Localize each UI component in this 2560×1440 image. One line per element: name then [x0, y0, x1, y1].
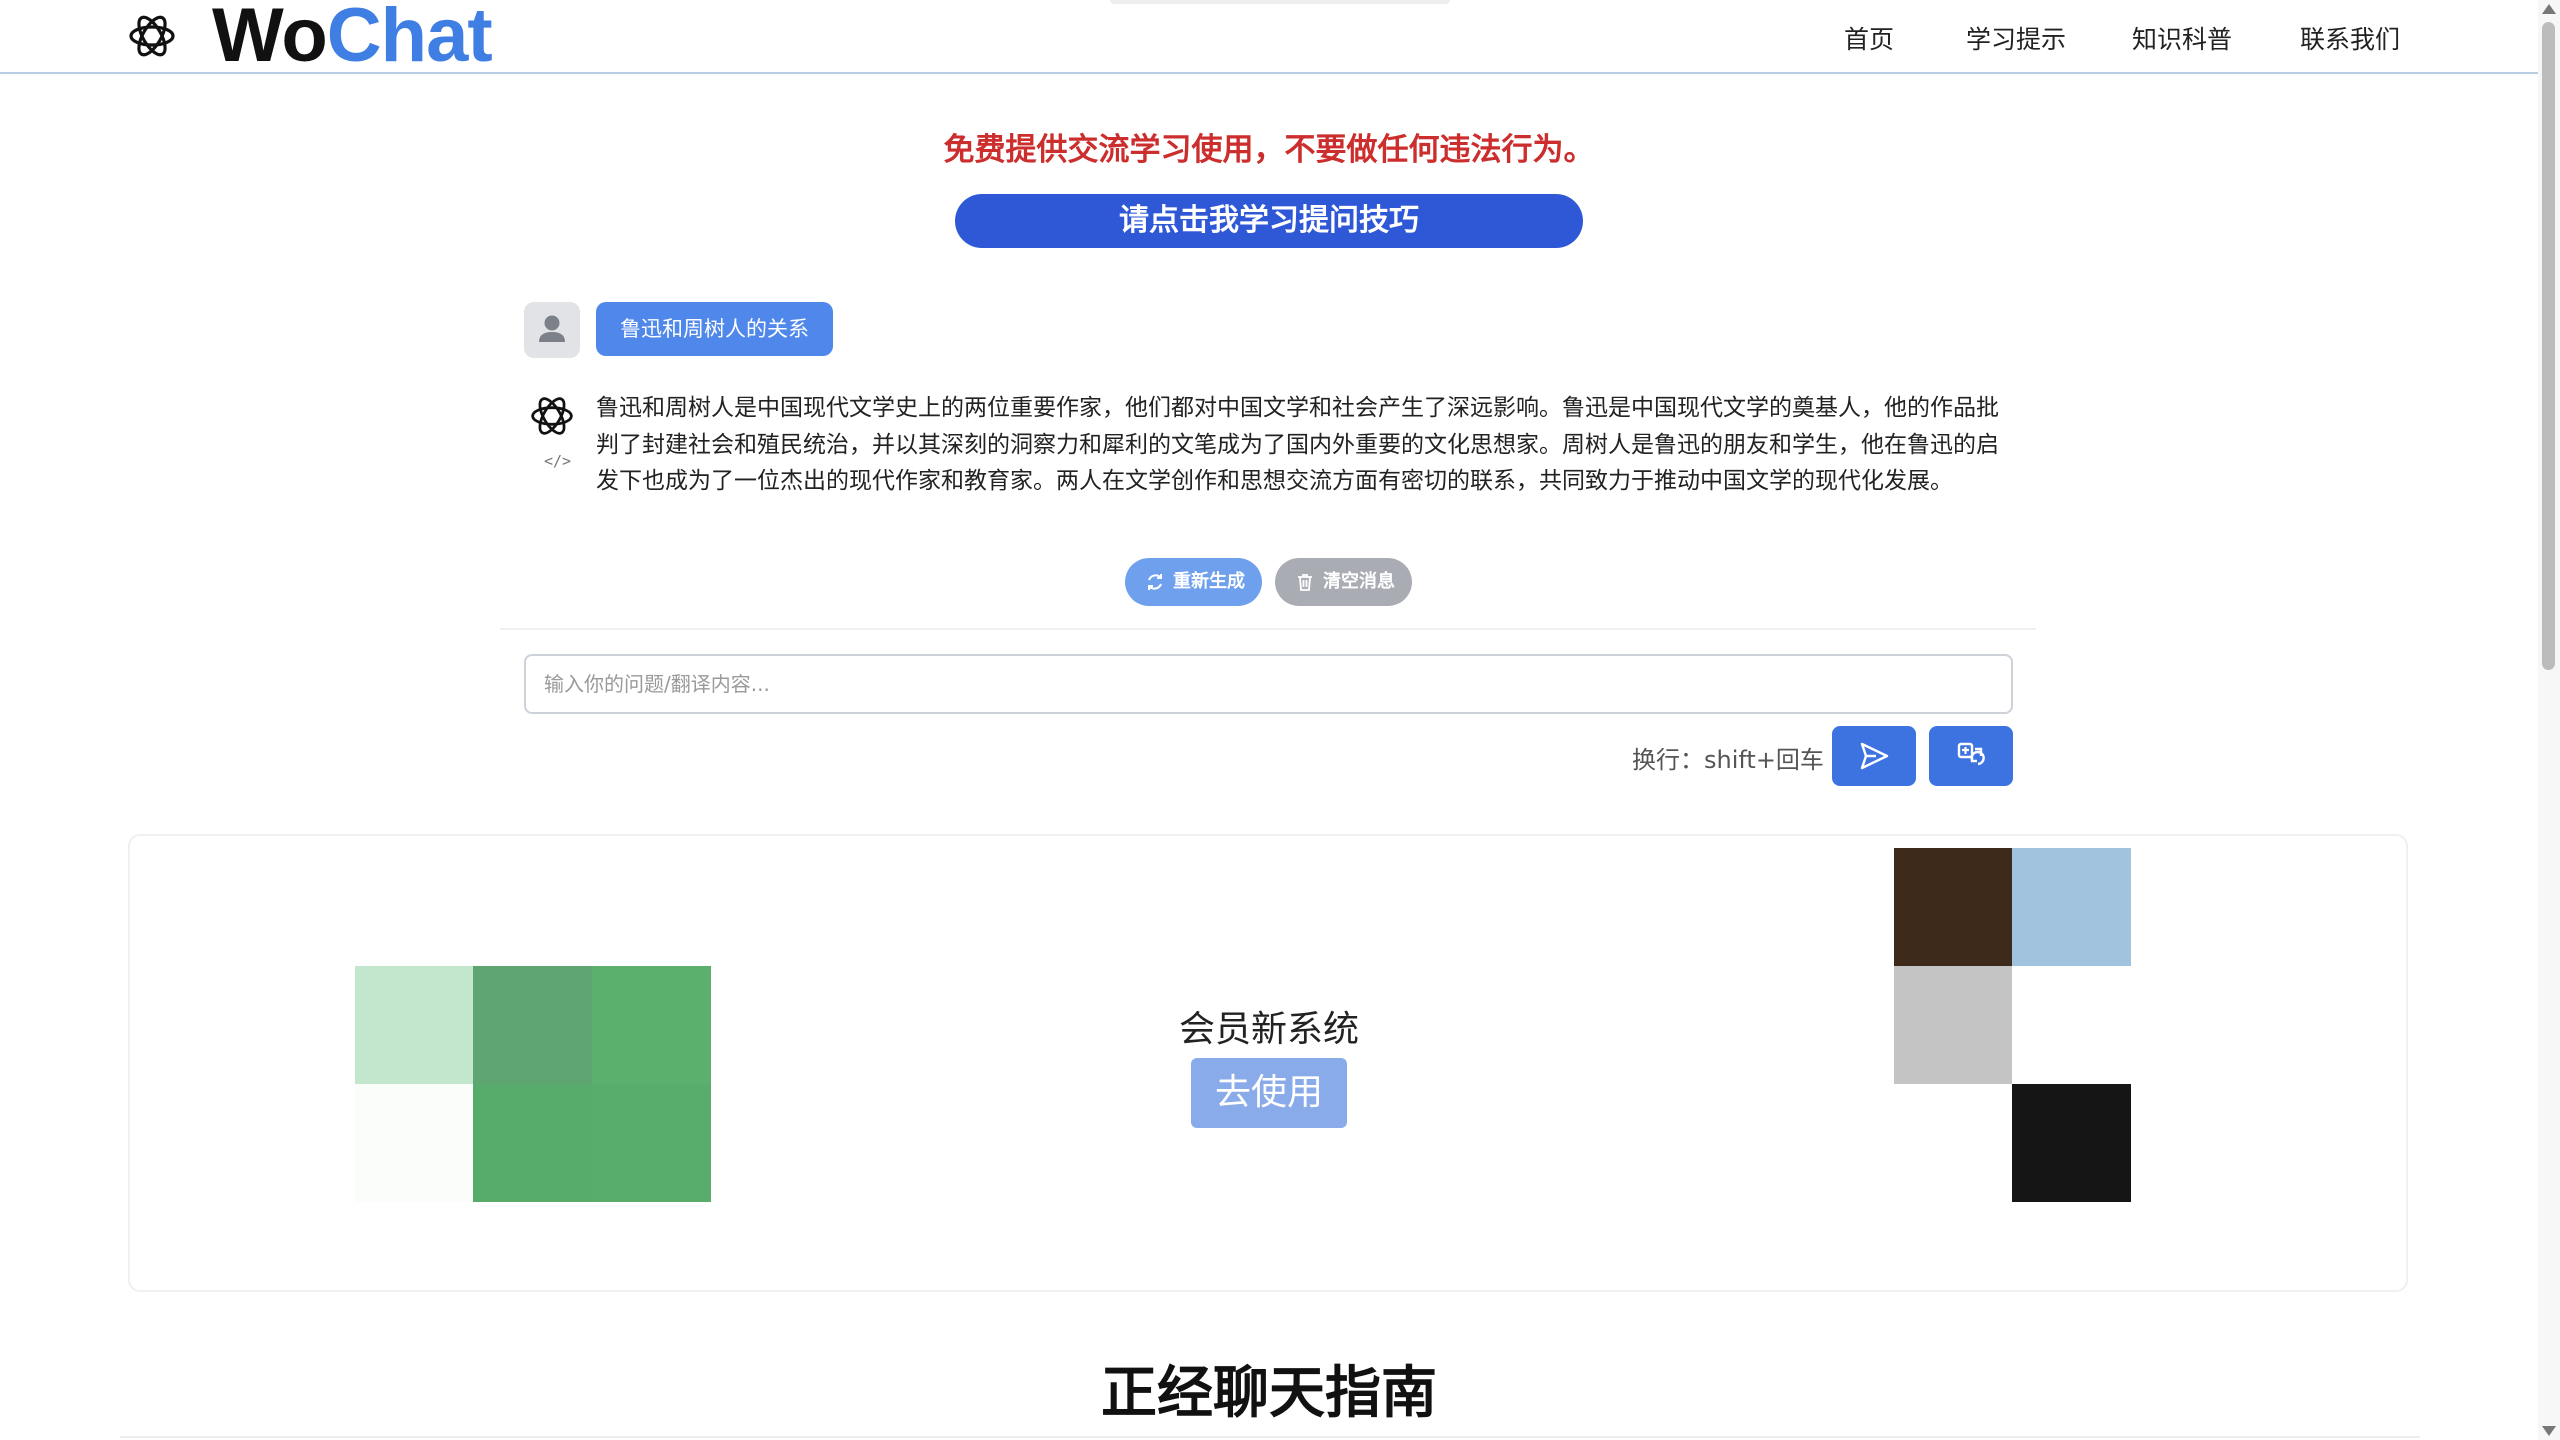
send-icon	[1860, 742, 1889, 770]
regenerate-label: 重新生成	[1173, 571, 1245, 592]
regenerate-button[interactable]: 重新生成	[1125, 558, 1262, 606]
brand-wo: Wo	[212, 0, 328, 78]
chat-input[interactable]	[524, 654, 2013, 714]
nav-contact[interactable]: 联系我们	[2300, 20, 2400, 56]
user-message: 鲁迅和周树人的关系	[596, 302, 833, 356]
guide-title: 正经聊天指南	[1101, 1361, 1437, 1426]
trash-icon	[1298, 574, 1312, 591]
qr-block	[592, 1084, 711, 1202]
refresh-icon	[1148, 574, 1162, 590]
code-icon[interactable]: </>	[544, 452, 571, 470]
qr-block	[2012, 1084, 2131, 1202]
member-system-title: 会员新系统	[1178, 1009, 1359, 1050]
learn-tips-button[interactable]: 请点击我学习提问技巧	[955, 194, 1583, 248]
brand-logo[interactable]: WoChat	[212, 0, 493, 80]
divider	[500, 628, 2036, 630]
page-scrollbar[interactable]	[2538, 0, 2560, 1440]
qr-block	[473, 1084, 592, 1202]
brand-chat: Chat	[326, 0, 493, 78]
newline-hint: 换行：shift+回车	[1632, 746, 1824, 774]
go-use-button[interactable]: 去使用	[1191, 1058, 1347, 1128]
translate-button[interactable]	[1929, 726, 2013, 786]
qr-block	[1894, 848, 2012, 966]
clear-label: 清空消息	[1323, 571, 1395, 592]
top-shadow	[1110, 0, 1450, 4]
qr-block	[1894, 1084, 2012, 1202]
clear-messages-button[interactable]: 清空消息	[1275, 558, 1412, 606]
guide-divider	[120, 1436, 2420, 1438]
openai-logo-icon	[531, 397, 573, 435]
scroll-thumb[interactable]	[2542, 22, 2555, 670]
nav-learning-tips[interactable]: 学习提示	[1966, 20, 2066, 56]
notice-text: 免费提供交流学习使用，不要做任何违法行为。	[943, 132, 1595, 168]
user-icon	[539, 315, 565, 342]
nav-home[interactable]: 首页	[1844, 20, 1894, 56]
header: WoChat 首页 学习提示 知识科普 联系我们	[0, 0, 2538, 78]
user-avatar	[524, 302, 580, 358]
nav-knowledge[interactable]: 知识科普	[2132, 20, 2232, 56]
scroll-down-arrow[interactable]	[2542, 1426, 2556, 1436]
qr-block	[355, 1084, 473, 1202]
bot-reply: 鲁迅和周树人是中国现代文学史上的两位重要作家，他们都对中国文学和社会产生了深远影…	[596, 395, 1999, 494]
openai-logo-icon[interactable]	[126, 10, 178, 62]
send-button[interactable]	[1832, 726, 1916, 786]
translate-icon	[1957, 742, 1985, 766]
scroll-up-arrow[interactable]	[2542, 4, 2556, 14]
qr-block	[2012, 848, 2131, 966]
